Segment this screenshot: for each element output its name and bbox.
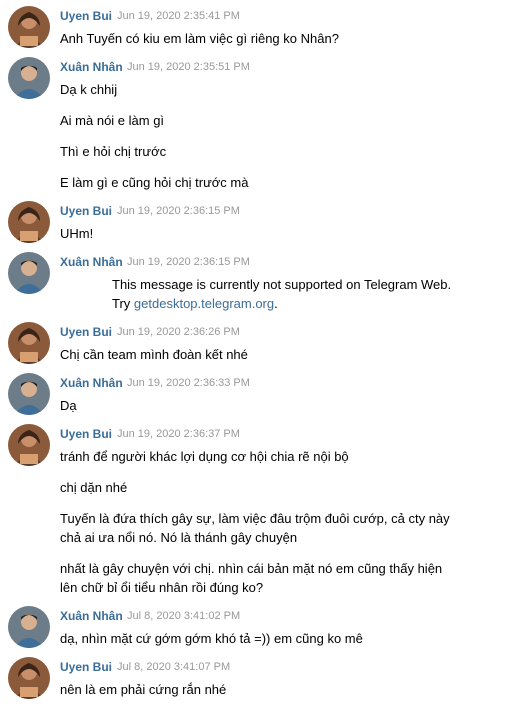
message-timestamp: Jun 19, 2020 2:35:41 PM [117, 10, 240, 22]
message-text: Dạ [60, 398, 77, 413]
author-name[interactable]: Uyen Bui [60, 204, 112, 218]
period: . [274, 296, 278, 311]
message-timestamp: Jun 19, 2020 2:35:51 PM [127, 61, 250, 73]
unsupported-notice: This message is currently not supported … [112, 275, 462, 313]
message-text: nên là em phải cứng rắn nhé [60, 682, 227, 697]
message-timestamp: Jul 8, 2020 3:41:02 PM [127, 610, 241, 622]
message-text: Tuyến là đứa thích gây sự, làm việc đâu … [60, 511, 450, 545]
message-text: Ai mà nói e làm gì [60, 113, 165, 128]
message-timestamp: Jun 19, 2020 2:36:37 PM [117, 428, 240, 440]
author-name[interactable]: Uyen Bui [60, 660, 112, 674]
avatar-xuan-nhan[interactable] [8, 57, 50, 99]
avatar-uyen-bui[interactable] [8, 201, 50, 243]
desktop-app-link[interactable]: getdesktop.telegram.org [134, 296, 274, 311]
message-text: Anh Tuyến có kiu em làm việc gì riêng ko… [60, 31, 339, 46]
message-text: UHm! [60, 226, 94, 241]
author-name[interactable]: Uyen Bui [60, 325, 112, 339]
message-text: E làm gì e cũng hỏi chị trước mà [60, 175, 249, 190]
unsupported-text: This message is currently not supported … [112, 277, 452, 292]
author-name[interactable]: Uyen Bui [60, 427, 112, 441]
message-timestamp: Jun 19, 2020 2:36:15 PM [127, 256, 250, 268]
message-timestamp: Jul 8, 2020 3:41:07 PM [117, 661, 231, 673]
avatar-uyen-bui[interactable] [8, 6, 50, 48]
author-name[interactable]: Uyen Bui [60, 9, 112, 23]
message-timestamp: Jun 19, 2020 2:36:33 PM [127, 377, 250, 389]
message-text: Thì e hỏi chị trước [60, 144, 167, 159]
author-name[interactable]: Xuân Nhân [60, 60, 123, 74]
message-text: nhất là gây chuyện với chị. nhìn cái bản… [60, 561, 443, 595]
avatar-xuan-nhan[interactable] [8, 373, 50, 415]
message-text: chị dặn nhé [60, 480, 128, 495]
message-text: tránh để người khác lợi dụng cơ hội chia… [60, 449, 349, 464]
message-timestamp: Jun 19, 2020 2:36:15 PM [117, 205, 240, 217]
author-name[interactable]: Xuân Nhân [60, 609, 123, 623]
avatar-xuan-nhan[interactable] [8, 252, 50, 294]
message-timestamp: Jun 19, 2020 2:36:26 PM [117, 326, 240, 338]
message-text: Dạ k chhij [60, 82, 118, 97]
avatar-xuan-nhan[interactable] [8, 606, 50, 648]
message-text: dạ, nhìn mặt cứ gớm gớm khó tả =)) em cũ… [60, 631, 363, 646]
avatar-uyen-bui[interactable] [8, 424, 50, 466]
avatar-uyen-bui[interactable] [8, 322, 50, 364]
author-name[interactable]: Xuân Nhân [60, 376, 123, 390]
try-label: Try [112, 296, 131, 311]
author-name[interactable]: Xuân Nhân [60, 255, 123, 269]
message-text: Chị cần team mình đoàn kết nhé [60, 347, 248, 362]
avatar-uyen-bui[interactable] [8, 657, 50, 699]
